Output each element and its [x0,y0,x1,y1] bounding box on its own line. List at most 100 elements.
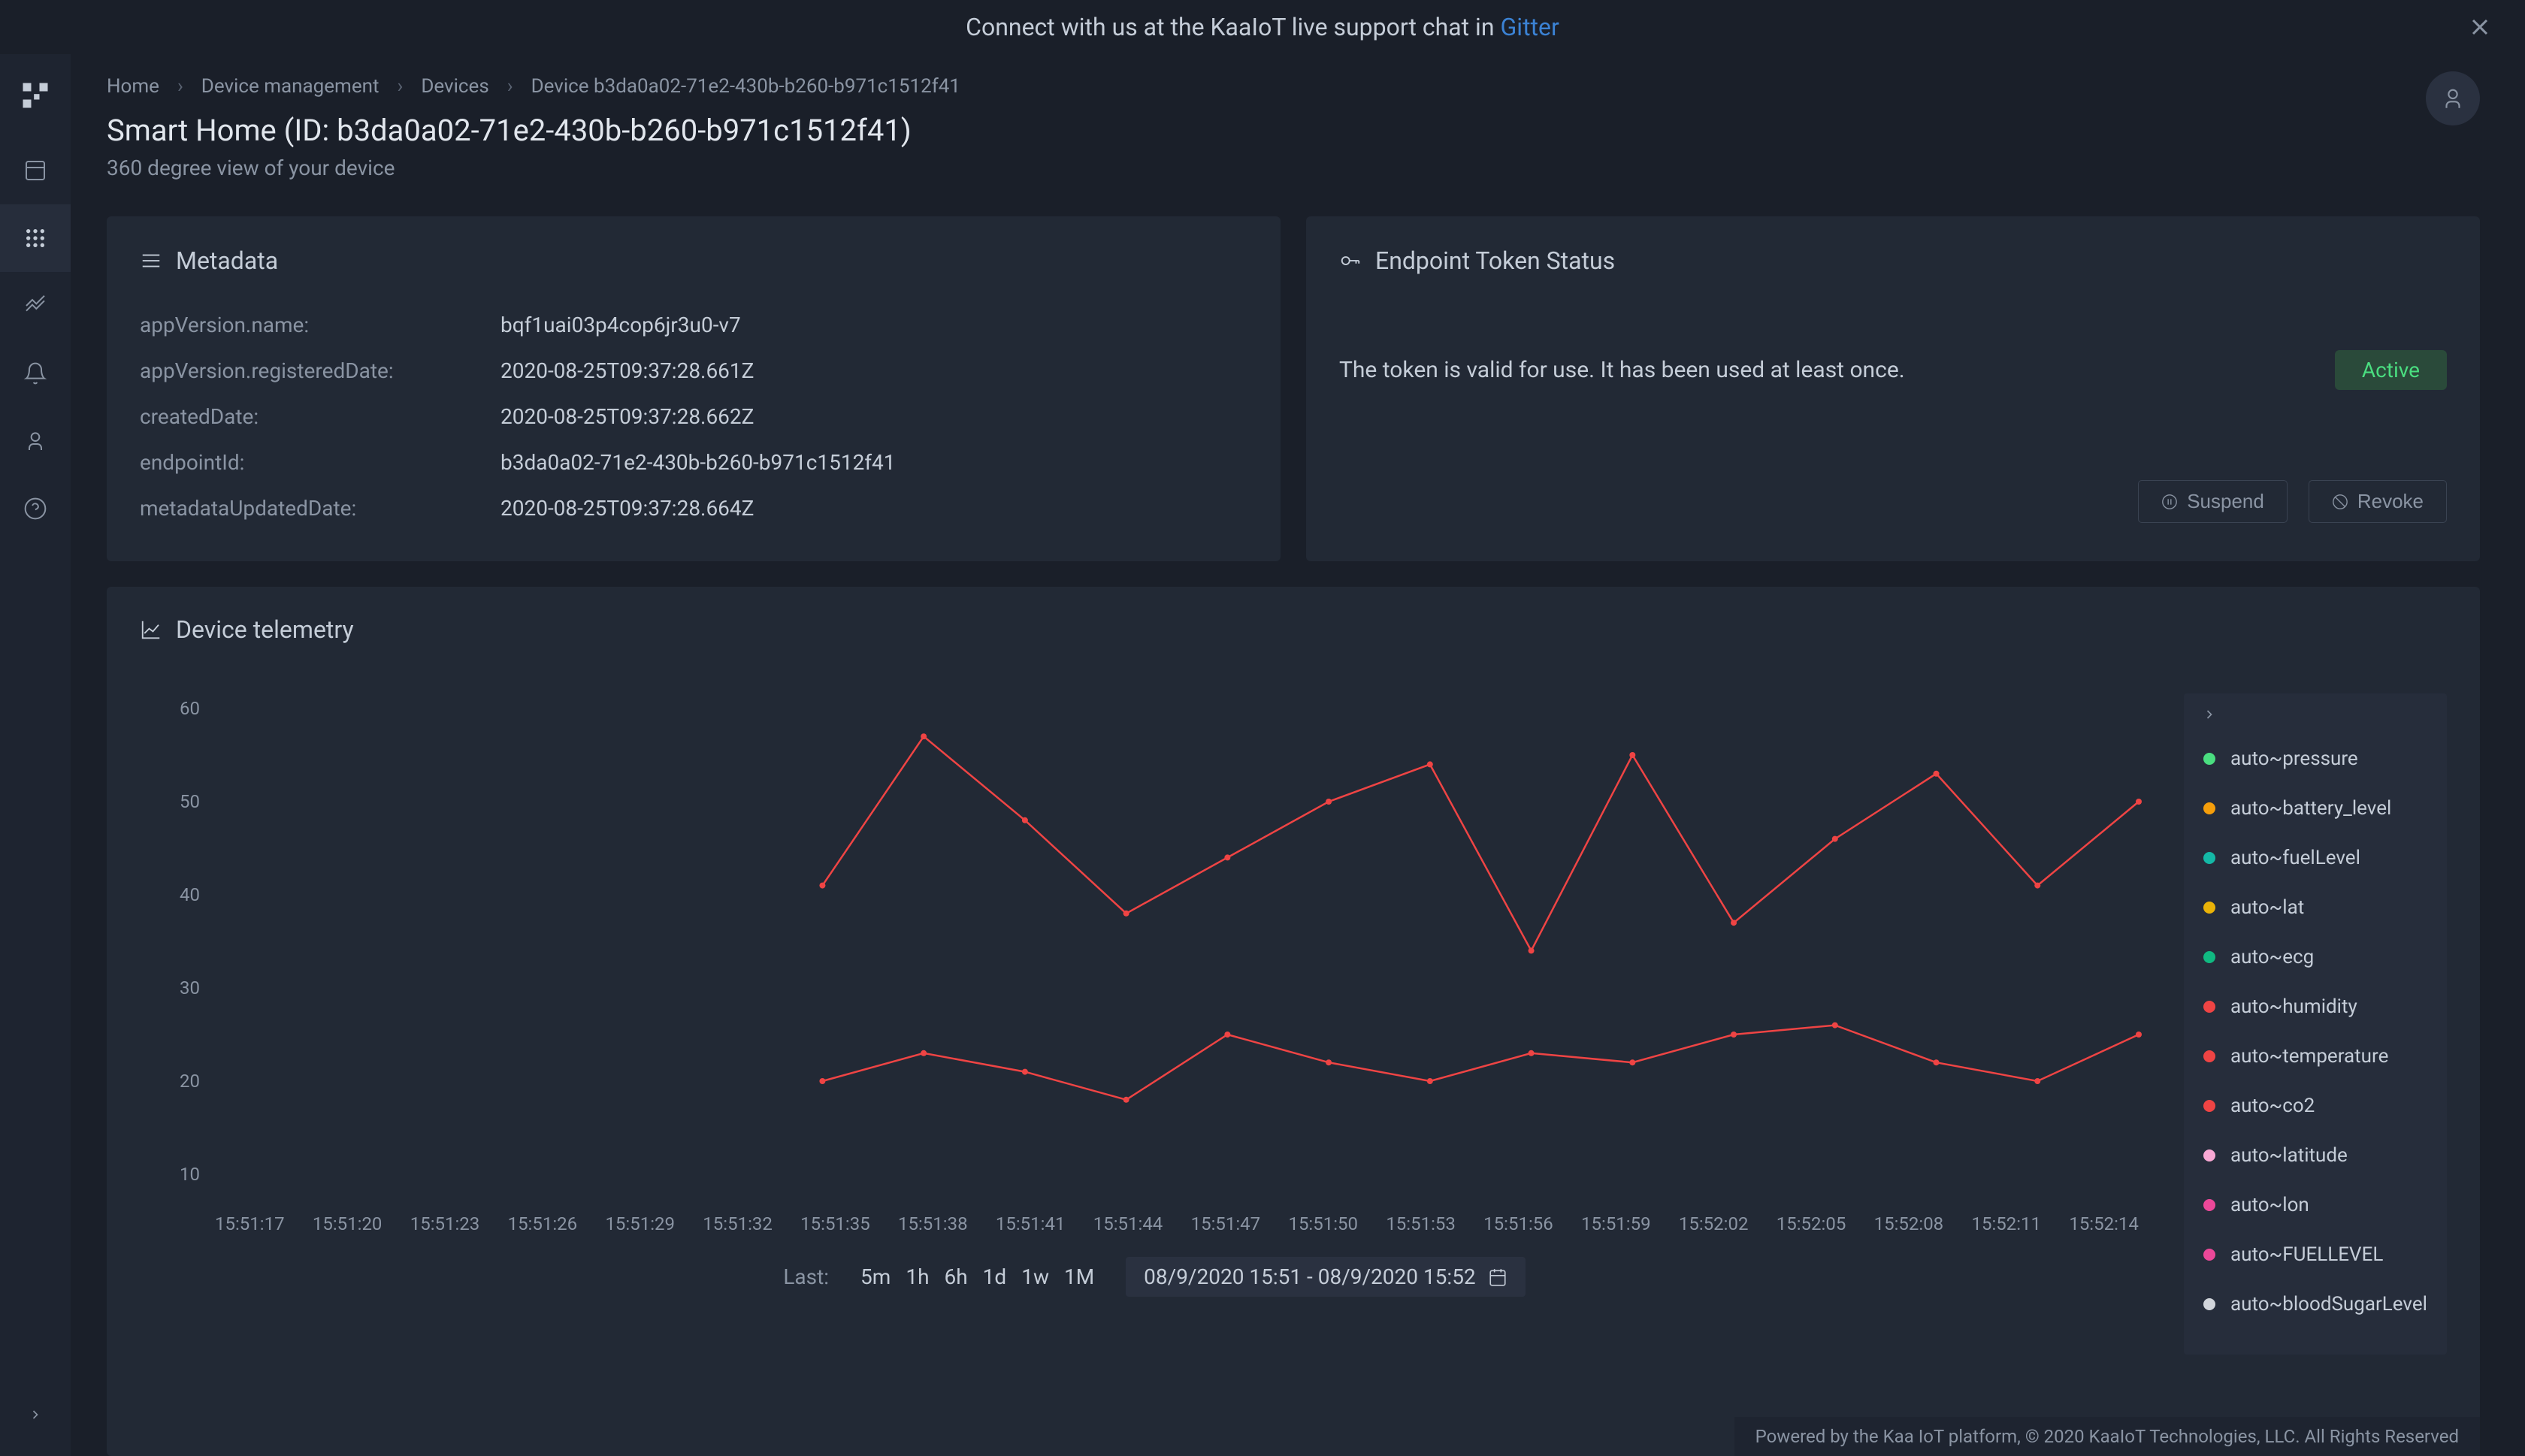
legend-item[interactable]: auto~lon [2184,1180,2447,1230]
nav-help[interactable] [0,475,71,542]
breadcrumb-current: Device b3da0a02-71e2-430b-b260-b971c1512… [531,75,960,98]
nav-dashboard[interactable] [0,137,71,204]
page-subtitle: 360 degree view of your device [107,156,960,180]
main-content: Home › Device management › Devices › Dev… [71,54,2525,1456]
breadcrumb-device-mgmt[interactable]: Device management [201,75,380,98]
legend-color-icon [2203,753,2215,765]
breadcrumb-home[interactable]: Home [107,75,159,98]
legend-color-icon [2203,1298,2215,1310]
legend-color-icon [2203,1199,2215,1211]
close-icon[interactable] [2466,14,2493,41]
x-tick-label: 15:52:14 [2069,1213,2139,1234]
ban-icon [2332,494,2348,510]
metadata-row: metadataUpdatedDate:2020-08-25T09:37:28.… [140,485,1247,531]
metadata-row: endpointId:b3da0a02-71e2-430b-b260-b971c… [140,440,1247,485]
nav-users[interactable] [0,407,71,475]
x-tick-label: 15:51:41 [996,1213,1066,1234]
time-range-option[interactable]: 1d [975,1260,1015,1294]
legend-item[interactable]: auto~latitude [2184,1131,2447,1180]
x-tick-label: 15:52:08 [1874,1213,1944,1234]
revoke-button[interactable]: Revoke [2309,480,2447,523]
legend-item[interactable]: auto~ecg [2184,932,2447,982]
token-status-card: Endpoint Token Status The token is valid… [1306,216,2480,561]
legend-color-icon [2203,1001,2215,1013]
time-range-option[interactable]: 6h [937,1260,975,1294]
pause-icon [2161,494,2178,510]
banner-text: Connect with us at the KaaIoT live suppo… [966,13,1494,41]
x-tick-label: 15:51:56 [1483,1213,1553,1234]
x-tick-label: 15:51:50 [1288,1213,1358,1234]
metadata-row: createdDate:2020-08-25T09:37:28.662Z [140,394,1247,440]
x-tick-label: 15:51:20 [313,1213,383,1234]
sidebar [0,54,71,1456]
metadata-row: appVersion.registeredDate:2020-08-25T09:… [140,348,1247,394]
svg-text:30: 30 [180,977,200,998]
logo-icon[interactable] [0,54,71,137]
nav-devices[interactable] [0,204,71,272]
date-range-picker[interactable]: 08/9/2020 15:51 - 08/9/2020 15:52 [1126,1257,1526,1297]
legend-color-icon [2203,1100,2215,1112]
x-tick-label: 15:51:47 [1191,1213,1261,1234]
breadcrumb-devices[interactable]: Devices [421,75,488,98]
key-icon [1339,249,1362,272]
x-tick-label: 15:52:11 [1971,1213,2041,1234]
last-label: Last: [783,1264,829,1289]
legend-item[interactable]: auto~lat [2184,883,2447,932]
x-tick-label: 15:51:17 [215,1213,285,1234]
legend-item[interactable]: auto~fuelLevel [2184,833,2447,883]
telemetry-title: Device telemetry [176,615,354,644]
metadata-value: 2020-08-25T09:37:28.664Z [500,496,754,521]
token-title: Endpoint Token Status [1375,246,1615,275]
metadata-value: 2020-08-25T09:37:28.661Z [500,358,754,383]
page-title: Smart Home (ID: b3da0a02-71e2-430b-b260-… [107,113,960,148]
svg-text:10: 10 [180,1164,200,1185]
telemetry-card: Device telemetry 102030405060 15:51:1715… [107,587,2480,1456]
time-range-option[interactable]: 1w [1014,1260,1057,1294]
svg-text:50: 50 [180,791,200,812]
time-range-option[interactable]: 1h [898,1260,936,1294]
legend-panel: auto~pressure auto~battery_level auto~fuel… [2184,693,2447,1355]
x-tick-label: 15:52:02 [1679,1213,1749,1234]
time-range-option[interactable]: 1M [1057,1260,1102,1294]
legend-item[interactable]: auto~FUELLEVEL [2184,1230,2447,1279]
metadata-label: createdDate: [140,404,500,429]
token-message: The token is valid for use. It has been … [1339,357,1905,383]
legend-label: auto~co2 [2230,1095,2315,1117]
x-tick-label: 15:51:44 [1093,1213,1163,1234]
legend-item[interactable]: auto~co2 [2184,1081,2447,1131]
legend-collapse-icon[interactable] [2184,707,2447,734]
legend-label: auto~pressure [2230,748,2358,770]
svg-text:20: 20 [180,1071,200,1092]
sidebar-expand-icon[interactable] [0,1396,71,1433]
legend-item[interactable]: auto~bloodSugarLevel [2184,1279,2447,1329]
legend-item[interactable]: auto~pressure [2184,734,2447,784]
nav-analytics[interactable] [0,272,71,340]
time-range-controls: Last: 5m1h6h1d1w1M 08/9/2020 15:51 - 08/… [140,1257,2169,1297]
chevron-right-icon: › [177,75,183,98]
list-icon [140,249,162,272]
legend-label: auto~lat [2230,896,2304,919]
support-banner: Connect with us at the KaaIoT live suppo… [0,0,2525,54]
time-range-option[interactable]: 5m [853,1260,898,1294]
chevron-right-icon: › [398,75,404,98]
footer-text: Powered by the Kaa IoT platform, © 2020 … [1734,1417,2480,1456]
svg-text:60: 60 [180,698,200,719]
x-tick-label: 15:51:23 [410,1213,480,1234]
metadata-label: endpointId: [140,450,500,475]
legend-label: auto~FUELLEVEL [2230,1243,2383,1266]
user-menu-button[interactable] [2426,71,2480,125]
legend-item[interactable]: auto~temperature [2184,1032,2447,1081]
legend-label: auto~fuelLevel [2230,847,2360,869]
x-tick-label: 15:51:26 [508,1213,578,1234]
metadata-value: bqf1uai03p4cop6jr3u0-v7 [500,313,741,337]
breadcrumb: Home › Device management › Devices › Dev… [107,75,960,98]
legend-item[interactable]: auto~battery_level [2184,784,2447,833]
telemetry-chart[interactable]: 102030405060 15:51:1715:51:2015:51:2315:… [140,693,2169,1433]
suspend-button[interactable]: Suspend [2138,480,2288,523]
x-tick-label: 15:51:38 [898,1213,968,1234]
legend-color-icon [2203,951,2215,963]
nav-alerts[interactable] [0,340,71,407]
x-tick-label: 15:51:53 [1386,1213,1456,1234]
banner-gitter-link[interactable]: Gitter [1501,13,1559,41]
legend-item[interactable]: auto~humidity [2184,982,2447,1032]
